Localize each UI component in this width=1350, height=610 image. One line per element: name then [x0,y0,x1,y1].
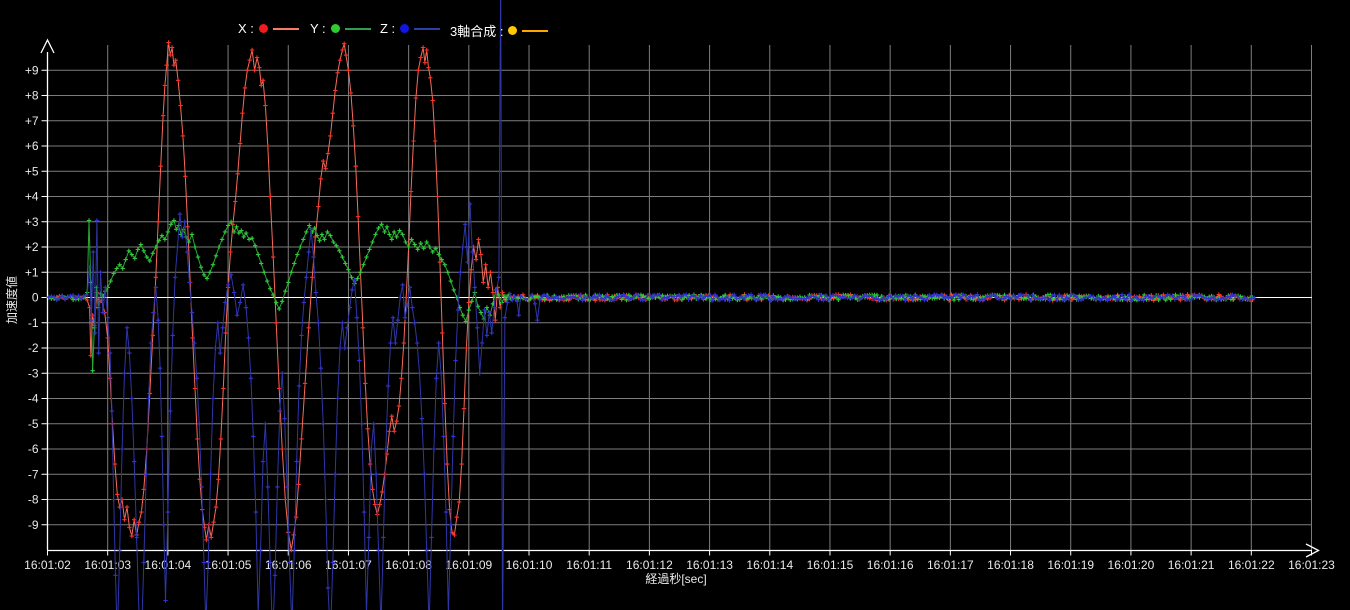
x-tick-label: 16:01:23 [1288,558,1335,572]
x-tick-label: 16:01:05 [205,558,252,572]
y-tick-label: -3 [28,366,39,380]
y-tick-label: -5 [28,417,39,431]
legend-label-z: Z : [380,21,395,36]
x-tick-label: 16:01:03 [84,558,131,572]
y-tick-label: -6 [28,442,39,456]
y-tick-label: +1 [25,265,39,279]
y-tick-label: +4 [25,190,39,204]
x-tick-label: 16:01:20 [1108,558,1155,572]
y-axis-line [41,40,54,550]
y-tick-label: -2 [28,341,39,355]
legend-line-icon-x [273,28,299,30]
x-tick-label: 16:01:02 [24,558,71,572]
x-tick-label: 16:01:16 [867,558,914,572]
x-tick-label: 16:01:04 [145,558,192,572]
x-tick-label: 16:01:10 [506,558,553,572]
legend-dot-icon-composite [508,26,517,35]
y-tick-label: +2 [25,240,39,254]
series-line-Z [49,0,1255,610]
legend-item-z: Z : [380,21,440,36]
x-tick-label: 16:01:19 [1047,558,1094,572]
y-tick-label: +6 [25,139,39,153]
accelerometer-chart: +9 +8 +7 +6 +5 +4 +3 +2 +1 0 -1 -2 -3 -4 -5 -6 -7 -8 -9 16:… [0,0,1350,610]
y-tick-label: +9 [25,63,39,77]
legend-item-y: Y : [310,21,371,36]
x-tick-label: 16:01:18 [987,558,1034,572]
y-tick-label: 0 [32,291,39,305]
x-tick-label: 16:01:17 [927,558,974,572]
y-tick-label: -8 [28,493,39,507]
x-tick-label: 16:01:09 [445,558,492,572]
y-axis-title: 加速度値 [4,262,20,338]
y-tick-label: -4 [28,392,39,406]
chart-canvas: +9 +8 +7 +6 +5 +4 +3 +2 +1 0 -1 -2 -3 -4 -5 -6 -7 -8 -9 16:… [0,0,1350,610]
y-tick-label: -1 [28,316,39,330]
legend-line-icon-y [345,28,371,30]
y-tick-label: +7 [25,114,39,128]
legend-line-icon-composite [522,30,548,32]
x-tick-label: 16:01:06 [265,558,312,572]
legend-line-icon-z [414,28,440,30]
legend-label-x: X : [238,21,254,36]
y-tick-label: -7 [28,467,39,481]
x-axis-line [47,544,1319,557]
x-tick-label: 16:01:21 [1168,558,1215,572]
x-tick-label: 16:01:15 [807,558,854,572]
y-tick-label: +3 [25,215,39,229]
y-tick-label: +5 [25,164,39,178]
y-tick-label: +8 [25,89,39,103]
legend-label-y: Y : [310,21,326,36]
legend-item-x: X : [238,21,299,36]
x-tick-label: 16:01:22 [1228,558,1275,572]
legend-dot-icon-z [400,24,409,33]
legend-dot-icon-x [259,24,268,33]
legend-label-composite: 3軸合成 : [450,21,503,40]
x-tick-label: 16:01:14 [746,558,793,572]
x-tick-label: 16:01:08 [385,558,432,572]
legend-dot-icon-y [331,24,340,33]
legend-item-composite: 3軸合成 : [450,21,548,40]
y-tick-label: -9 [28,518,39,532]
x-axis-title: 経過秒[sec] [606,570,746,587]
